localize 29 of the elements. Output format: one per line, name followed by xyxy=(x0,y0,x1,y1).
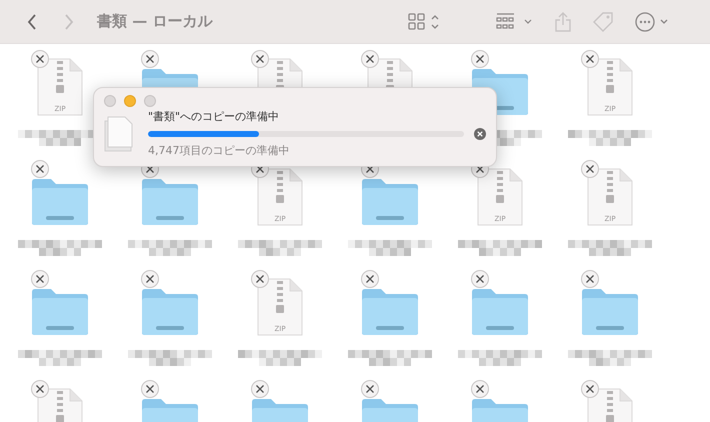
remove-icon[interactable] xyxy=(581,50,599,68)
remove-icon[interactable] xyxy=(581,270,599,288)
remove-icon[interactable] xyxy=(31,270,49,288)
grid-view-icon[interactable] xyxy=(408,12,440,30)
remove-icon[interactable] xyxy=(141,50,159,68)
more-icon[interactable] xyxy=(634,10,670,32)
remove-icon[interactable] xyxy=(31,50,49,68)
document-icon xyxy=(104,116,134,152)
dialog-title: "書類"へのコピーの準備中 xyxy=(148,109,280,124)
remove-icon[interactable] xyxy=(141,380,159,398)
remove-icon[interactable] xyxy=(361,380,379,398)
group-icon[interactable] xyxy=(496,12,534,30)
remove-icon[interactable] xyxy=(141,270,159,288)
remove-icon[interactable] xyxy=(471,50,489,68)
remove-icon[interactable] xyxy=(251,380,269,398)
remove-icon[interactable] xyxy=(581,160,599,178)
cancel-icon[interactable] xyxy=(474,128,486,140)
status-text: 4,747項目のコピーの準備中 xyxy=(148,143,290,158)
remove-icon[interactable] xyxy=(251,270,269,288)
remove-icon[interactable] xyxy=(31,380,49,398)
back-icon[interactable] xyxy=(27,14,37,30)
remove-icon[interactable] xyxy=(471,380,489,398)
remove-icon[interactable] xyxy=(31,160,49,178)
remove-icon[interactable] xyxy=(581,380,599,398)
remove-icon[interactable] xyxy=(361,270,379,288)
window-title: 書類 — ローカル xyxy=(97,12,212,31)
remove-icon[interactable] xyxy=(361,50,379,68)
remove-icon[interactable] xyxy=(471,270,489,288)
remove-icon[interactable] xyxy=(251,50,269,68)
